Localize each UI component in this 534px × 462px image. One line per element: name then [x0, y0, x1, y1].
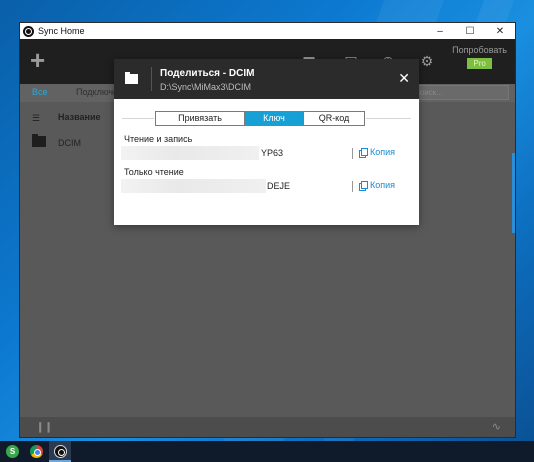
share-dialog-header: Поделиться - DCIM D:\Sync\MiMax3\DCIM ✕ — [114, 59, 419, 99]
sync-home-icon — [54, 445, 67, 458]
filter-all-tab[interactable]: Все — [32, 87, 48, 97]
sort-icon[interactable]: ☰ — [32, 113, 42, 124]
taskbar: S — [0, 441, 534, 462]
read-only-key-suffix[interactable]: DEJE — [267, 181, 290, 191]
close-icon[interactable]: ✕ — [398, 71, 410, 85]
tab-divider-left — [122, 118, 154, 119]
share-dialog-path: D:\Sync\MiMax3\DCIM — [160, 82, 252, 92]
taskbar-active-app[interactable] — [49, 441, 71, 462]
read-write-label: Чтение и запись — [124, 134, 193, 144]
read-only-key-redacted — [121, 179, 266, 193]
read-write-key-suffix[interactable]: YP63 — [261, 148, 283, 158]
share-dialog-title: Поделиться - DCIM — [160, 68, 255, 79]
activity-icon[interactable]: ∿ — [492, 420, 501, 433]
folder-icon — [32, 134, 46, 147]
copy-read-write-button[interactable]: Копия — [359, 147, 396, 158]
tab-qr-code[interactable]: QR-код — [303, 111, 365, 126]
read-write-key-redacted — [121, 146, 259, 160]
gear-icon[interactable]: ⚙ — [419, 53, 435, 69]
maximize-button[interactable]: ☐ — [455, 23, 485, 39]
skype-icon[interactable]: S — [6, 445, 19, 458]
copy-label: Копия — [370, 180, 396, 190]
share-tabs: Привязать Ключ QR-код — [114, 111, 419, 127]
minimize-button[interactable]: – — [425, 23, 455, 39]
copy-separator — [352, 148, 353, 159]
copy-label: Копия — [370, 147, 396, 157]
folder-icon — [125, 72, 138, 84]
add-folder-button[interactable]: + — [30, 45, 45, 75]
tab-key[interactable]: Ключ — [245, 111, 303, 126]
folder-name: DCIM — [58, 138, 81, 148]
share-dialog: Поделиться - DCIM D:\Sync\MiMax3\DCIM ✕ … — [114, 59, 419, 225]
window-controls: – ☐ ✕ — [425, 23, 515, 39]
copy-icon — [359, 180, 368, 191]
title-bar[interactable]: Sync Home – ☐ ✕ — [20, 23, 515, 39]
status-bar: ❙❙ ∿ — [20, 417, 515, 437]
pro-badge: Pro — [467, 58, 492, 69]
pause-icon[interactable]: ❙❙ — [36, 422, 53, 433]
scrollbar[interactable] — [512, 153, 515, 233]
close-button[interactable]: ✕ — [485, 23, 515, 39]
try-pro-label: Попробовать — [452, 45, 507, 55]
tab-link[interactable]: Привязать — [155, 111, 245, 126]
try-pro-button[interactable]: Попробовать Pro — [452, 45, 507, 69]
copy-separator — [352, 181, 353, 192]
column-header-name[interactable]: Название — [58, 112, 100, 122]
chrome-icon[interactable] — [30, 445, 43, 458]
window-title: Sync Home — [38, 26, 85, 36]
sync-logo-icon — [23, 25, 34, 37]
copy-icon — [359, 147, 368, 158]
header-divider — [151, 67, 152, 91]
copy-read-only-button[interactable]: Копия — [359, 180, 396, 191]
search-input[interactable]: Поиск... — [409, 85, 509, 100]
tab-divider-right — [366, 118, 411, 119]
read-only-label: Только чтение — [124, 167, 184, 177]
